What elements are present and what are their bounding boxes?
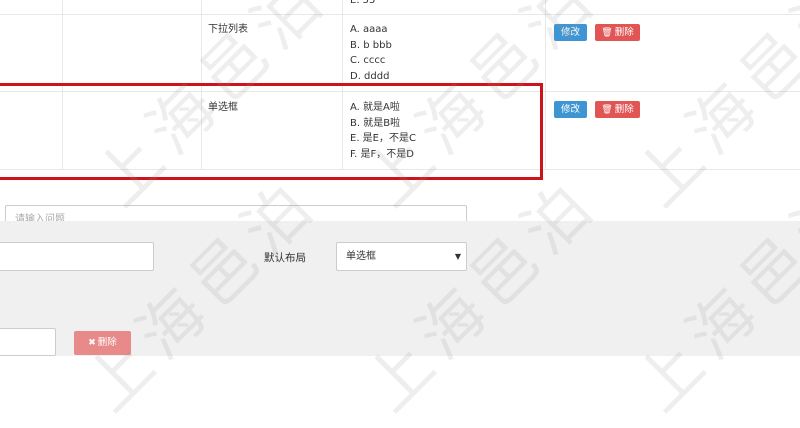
layout-label: 默认布局 xyxy=(264,252,306,264)
column-divider xyxy=(545,0,546,170)
option-text: F. 是F，不是D xyxy=(350,148,414,160)
delete-button-label: 删除 xyxy=(614,27,634,38)
options-table: E. 55 下拉列表 A. aaaa B. b bbb C. cccc D. d… xyxy=(0,0,800,221)
option-text: D. dddd xyxy=(350,70,390,82)
option-text: C. cccc xyxy=(350,55,386,66)
delete-option-button[interactable]: ✖ 删除 xyxy=(74,331,131,355)
delete-button-label: 删除 xyxy=(614,104,634,115)
trash-icon: 🗑 xyxy=(601,105,613,115)
row-divider xyxy=(0,91,800,92)
caret-down-icon: ▼ xyxy=(454,252,461,261)
delete-button[interactable]: 🗑 删除 xyxy=(595,24,640,41)
close-icon: ✖ xyxy=(88,338,96,348)
layout-select[interactable]: 单选框 ▼ xyxy=(336,242,467,271)
edit-button-label: 修改 xyxy=(560,27,580,38)
text-input[interactable] xyxy=(0,242,154,271)
edit-button[interactable]: 修改 xyxy=(554,24,587,41)
option-text: A. 就是A啦 xyxy=(350,102,400,113)
row-divider xyxy=(0,14,800,15)
option-text: E. 是E，不是C xyxy=(350,133,416,144)
delete-option-label: 删除 xyxy=(97,337,117,348)
column-divider xyxy=(62,0,63,170)
edit-button-label: 修改 xyxy=(560,104,580,115)
option-text: B. 就是B啦 xyxy=(350,117,401,129)
option-input[interactable] xyxy=(0,328,56,356)
question-type: 下拉列表 xyxy=(208,24,248,35)
option-text: A. aaaa xyxy=(350,24,388,35)
delete-button[interactable]: 🗑 删除 xyxy=(595,101,640,118)
edit-button[interactable]: 修改 xyxy=(554,101,587,118)
question-type: 单选框 xyxy=(208,102,238,113)
column-divider xyxy=(201,0,202,170)
option-text: B. b bbb xyxy=(350,39,392,51)
layout-selected-value: 单选框 xyxy=(346,251,376,262)
trash-icon: 🗑 xyxy=(601,28,613,38)
option-text: E. 55 xyxy=(350,0,376,6)
row-divider xyxy=(0,169,800,170)
column-divider xyxy=(342,0,343,170)
